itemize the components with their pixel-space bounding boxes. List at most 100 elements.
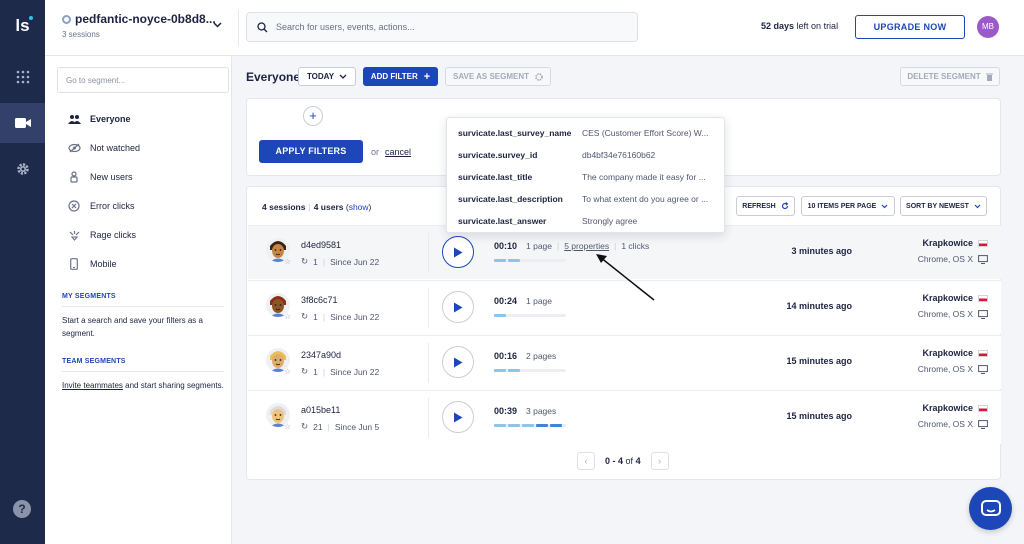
trial-info: 52 days left on trial bbox=[761, 21, 838, 31]
divider bbox=[428, 233, 429, 273]
session-duration: 00:10 bbox=[494, 241, 518, 251]
user-avatar[interactable]: MB bbox=[977, 16, 999, 38]
search-box[interactable] bbox=[246, 12, 638, 42]
add-condition-button[interactable]: + bbox=[303, 106, 323, 126]
prev-page-button[interactable]: ‹ bbox=[577, 452, 595, 470]
star-icon[interactable]: ☆ bbox=[284, 367, 291, 376]
flag-icon bbox=[978, 294, 988, 302]
user-meta: ↻ 1 | Since Jun 22 bbox=[301, 311, 379, 322]
separator: | bbox=[322, 311, 326, 322]
refresh-label: REFRESH bbox=[742, 202, 776, 210]
trash-icon bbox=[985, 73, 993, 81]
since-date: Since Jun 22 bbox=[330, 311, 380, 322]
add-filter-button[interactable]: ADD FILTER + bbox=[363, 67, 438, 86]
since-date: Since Jun 22 bbox=[330, 256, 380, 267]
show-users-link[interactable]: show bbox=[349, 202, 369, 212]
progress-segment bbox=[536, 424, 548, 427]
sidebar-item-error-clicks[interactable]: Error clicks bbox=[67, 199, 135, 213]
user-id[interactable]: a015be11 bbox=[301, 405, 340, 415]
city: Krapkowice bbox=[922, 348, 973, 358]
visit-count: 1 bbox=[313, 256, 318, 267]
items-per-page-select[interactable]: 10 ITEMS PER PAGE bbox=[801, 196, 895, 216]
sidebar-item-rage-clicks[interactable]: Rage clicks bbox=[67, 228, 136, 242]
table-row[interactable]: ☆ 2347a90d ↻ 1 | Since Jun 22 00:16 2 pages… bbox=[248, 335, 1001, 389]
city: Krapkowice bbox=[922, 403, 973, 413]
logo[interactable]: ls bbox=[0, 12, 45, 40]
property-key: survicate.last_description bbox=[458, 194, 563, 204]
session-stats: 1 page bbox=[526, 296, 552, 306]
chat-launcher-button[interactable] bbox=[969, 487, 1012, 530]
date-range-button[interactable]: TODAY bbox=[298, 67, 356, 86]
help-icon[interactable]: ? bbox=[13, 500, 31, 518]
rage-click-icon bbox=[67, 228, 81, 242]
refresh-button[interactable]: REFRESH bbox=[736, 196, 795, 216]
play-button[interactable] bbox=[442, 401, 474, 433]
video-camera-icon[interactable] bbox=[0, 103, 45, 143]
play-button[interactable] bbox=[442, 291, 474, 323]
play-button[interactable] bbox=[442, 236, 474, 268]
browser-os: Chrome, OS X bbox=[917, 309, 973, 319]
star-icon[interactable]: ☆ bbox=[284, 422, 291, 431]
sidebar-item-new-users[interactable]: New users bbox=[67, 170, 133, 184]
logo-text: ls bbox=[15, 16, 30, 35]
delete-segment-button[interactable]: DELETE SEGMENT bbox=[900, 67, 1000, 86]
property-key: survicate.survey_id bbox=[458, 150, 538, 160]
play-button[interactable] bbox=[442, 346, 474, 378]
page-title: Everyone bbox=[246, 70, 301, 84]
user-meta: ↻ 21 | Since Jun 5 bbox=[301, 421, 379, 432]
flag-icon bbox=[978, 239, 988, 247]
session-progress bbox=[494, 369, 566, 372]
user-id[interactable]: 3f8c6c71 bbox=[301, 295, 338, 305]
trial-days: 52 days bbox=[761, 21, 795, 31]
visits-icon: ↻ bbox=[301, 256, 309, 266]
user-meta: ↻ 1 | Since Jun 22 bbox=[301, 366, 379, 377]
device-info: Chrome, OS X bbox=[888, 419, 988, 429]
sort-select[interactable]: SORT BY NEWEST bbox=[900, 196, 987, 216]
chat-icon bbox=[980, 499, 1001, 516]
cancel-link[interactable]: cancel bbox=[385, 147, 411, 157]
left-rail: ls ? bbox=[0, 0, 45, 544]
property-row: survicate.last_survey_name CES (Customer … bbox=[458, 122, 716, 144]
search-input[interactable] bbox=[276, 22, 616, 32]
chevron-down-icon[interactable] bbox=[213, 22, 222, 28]
property-value: The company made it easy for ... bbox=[582, 172, 706, 182]
pagination: ‹ 0 - 4 of 4 › bbox=[577, 452, 669, 470]
play-icon bbox=[454, 412, 463, 422]
visit-count: 21 bbox=[313, 421, 323, 432]
progress-segment bbox=[508, 259, 520, 262]
since-date: Since Jun 5 bbox=[334, 421, 380, 432]
device-info: Chrome, OS X bbox=[888, 254, 988, 264]
star-icon[interactable]: ☆ bbox=[284, 257, 291, 266]
next-page-button[interactable]: › bbox=[650, 452, 669, 470]
visits-icon: ↻ bbox=[301, 366, 309, 376]
upgrade-button[interactable]: UPGRADE NOW bbox=[855, 15, 965, 39]
table-row[interactable]: ☆ a015be11 ↻ 21 | Since Jun 5 00:39 3 pages… bbox=[248, 390, 1001, 444]
project-status-icon bbox=[62, 14, 71, 24]
project-name: pedfantic-noyce-0b8d8... bbox=[75, 12, 216, 26]
sidebar-item-mobile[interactable]: Mobile bbox=[67, 257, 117, 271]
visit-count: 1 bbox=[313, 311, 318, 322]
property-value: Strongly agree bbox=[582, 216, 638, 226]
project-switcher[interactable]: pedfantic-noyce-0b8d8... 3 sessions bbox=[62, 12, 216, 39]
session-progress bbox=[494, 424, 566, 427]
session-time: 15 minutes ago bbox=[786, 356, 852, 366]
or-text: or bbox=[371, 147, 380, 157]
star-icon[interactable]: ☆ bbox=[284, 312, 291, 321]
sidebar-item-everyone[interactable]: Everyone bbox=[67, 112, 131, 126]
divider bbox=[62, 371, 224, 372]
user-id[interactable]: d4ed9581 bbox=[301, 240, 341, 250]
search-icon bbox=[257, 21, 268, 32]
apply-filters-button[interactable]: APPLY FILTERS bbox=[259, 140, 363, 163]
invite-teammates-link[interactable]: Invite teammates bbox=[62, 381, 123, 390]
segment-search-input[interactable] bbox=[57, 67, 229, 93]
user-id[interactable]: 2347a90d bbox=[301, 350, 341, 360]
pager-of: of bbox=[625, 456, 634, 466]
sidebar-item-not-watched[interactable]: Not watched bbox=[67, 141, 140, 155]
page-count: 1 page bbox=[526, 241, 552, 251]
session-progress bbox=[494, 259, 566, 262]
gear-icon[interactable] bbox=[0, 149, 45, 189]
apps-grid-icon[interactable] bbox=[0, 57, 45, 97]
session-time: 14 minutes ago bbox=[786, 301, 852, 311]
since-date: Since Jun 22 bbox=[330, 366, 380, 377]
save-as-segment-button[interactable]: SAVE AS SEGMENT bbox=[445, 67, 551, 86]
